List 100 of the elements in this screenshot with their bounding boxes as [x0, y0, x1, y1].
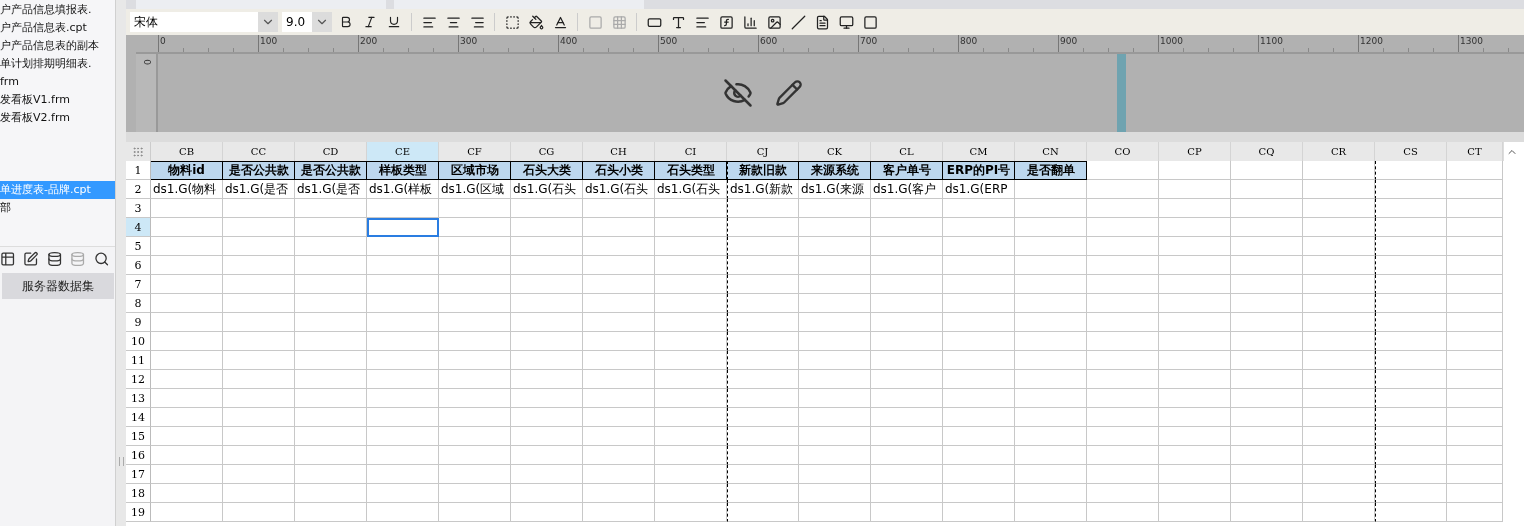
row-header[interactable]: 14 [126, 408, 151, 427]
table-cell[interactable] [1231, 484, 1303, 503]
table-cell[interactable] [511, 218, 583, 237]
table-cell[interactable] [1087, 275, 1159, 294]
table-cell[interactable] [1159, 313, 1231, 332]
table-cell[interactable] [727, 218, 799, 237]
table-cell[interactable] [1375, 484, 1447, 503]
paragraph-icon[interactable] [694, 14, 710, 30]
table-cell[interactable] [727, 199, 799, 218]
table-cell[interactable] [1231, 161, 1303, 180]
file-item[interactable]: 发看板V1.frm [0, 91, 115, 109]
table-cell[interactable] [1447, 446, 1503, 465]
table-cell[interactable] [1087, 180, 1159, 199]
table-cell[interactable] [583, 237, 655, 256]
table-cell[interactable] [1447, 218, 1503, 237]
column-header[interactable]: CL [871, 142, 943, 161]
table-cell[interactable] [1087, 256, 1159, 275]
table-cell[interactable] [223, 256, 295, 275]
table-cell[interactable] [799, 503, 871, 522]
table-cell[interactable] [151, 389, 223, 408]
table-cell[interactable] [1231, 180, 1303, 199]
table-cell[interactable] [1303, 446, 1375, 465]
monitor-icon[interactable] [838, 14, 854, 30]
table-cell[interactable] [1447, 313, 1503, 332]
table-cell[interactable] [223, 199, 295, 218]
table-cell[interactable] [439, 294, 511, 313]
file-item[interactable]: 户产品信息表.cpt [0, 19, 115, 37]
table-cell[interactable] [1087, 332, 1159, 351]
paint-bucket-icon[interactable] [528, 14, 544, 30]
table-cell[interactable] [1303, 332, 1375, 351]
table-cell[interactable] [871, 294, 943, 313]
table-cell[interactable] [511, 332, 583, 351]
table-cell[interactable] [295, 389, 367, 408]
table-cell[interactable] [1087, 465, 1159, 484]
table-cell[interactable] [295, 408, 367, 427]
table-cell[interactable] [439, 313, 511, 332]
table-cell[interactable] [1447, 465, 1503, 484]
table-cell[interactable] [943, 370, 1015, 389]
table-cell[interactable] [1375, 446, 1447, 465]
table-cell[interactable] [799, 294, 871, 313]
table-cell[interactable] [1303, 484, 1375, 503]
table-cell[interactable] [943, 237, 1015, 256]
table-cell[interactable] [1015, 427, 1087, 446]
table-cell[interactable] [1447, 389, 1503, 408]
table-cell[interactable] [1375, 294, 1447, 313]
table-cell[interactable] [583, 294, 655, 313]
table-cell[interactable] [799, 218, 871, 237]
table-cell[interactable] [871, 408, 943, 427]
table-cell[interactable] [295, 313, 367, 332]
table-cell[interactable]: ds1.G(物料 [151, 180, 223, 199]
table-cell[interactable] [799, 275, 871, 294]
header-cell[interactable]: 石头小类 [583, 161, 655, 180]
table-cell[interactable] [295, 256, 367, 275]
column-header[interactable]: CM [943, 142, 1015, 161]
grid-icon[interactable] [611, 14, 627, 30]
table-cell[interactable] [1303, 275, 1375, 294]
table-cell[interactable] [151, 237, 223, 256]
table-cell[interactable] [151, 313, 223, 332]
table-cell[interactable] [943, 503, 1015, 522]
column-header[interactable]: CJ [727, 142, 799, 161]
table-cell[interactable] [1447, 275, 1503, 294]
column-header[interactable]: CR [1303, 142, 1375, 161]
table-cell[interactable] [439, 218, 511, 237]
file-item[interactable]: 户产品信息填报表. [0, 1, 115, 19]
table-cell[interactable] [655, 313, 727, 332]
table-cell[interactable] [1375, 503, 1447, 522]
table-cell[interactable] [943, 427, 1015, 446]
table-cell[interactable] [1447, 161, 1503, 180]
table-cell[interactable] [367, 465, 439, 484]
row-header[interactable]: 15 [126, 427, 151, 446]
table-cell[interactable] [1159, 256, 1231, 275]
table-cell[interactable] [799, 408, 871, 427]
table-cell[interactable] [439, 351, 511, 370]
table-cell[interactable] [367, 256, 439, 275]
table-cell[interactable] [1015, 465, 1087, 484]
row-header[interactable]: 16 [126, 446, 151, 465]
table-cell[interactable] [1159, 218, 1231, 237]
table-cell[interactable] [871, 446, 943, 465]
table-cell[interactable] [799, 237, 871, 256]
table-cell[interactable] [1303, 218, 1375, 237]
table-cell[interactable] [655, 446, 727, 465]
table-cell[interactable] [151, 218, 223, 237]
underline-icon[interactable] [387, 15, 401, 29]
table-cell[interactable] [439, 484, 511, 503]
table-cell[interactable] [511, 294, 583, 313]
table-cell[interactable] [511, 313, 583, 332]
table-cell[interactable] [223, 313, 295, 332]
column-header[interactable]: CE [367, 142, 439, 161]
font-select[interactable]: 宋体 [130, 12, 278, 32]
table-cell[interactable] [655, 503, 727, 522]
table-cell[interactable] [1015, 237, 1087, 256]
table-cell[interactable] [511, 351, 583, 370]
row-header[interactable]: 5 [126, 237, 151, 256]
table-cell[interactable] [1087, 218, 1159, 237]
table-cell[interactable] [1015, 351, 1087, 370]
table-cell[interactable] [871, 351, 943, 370]
table-cell[interactable] [367, 237, 439, 256]
edit-icon[interactable] [23, 251, 39, 267]
slash-icon[interactable] [790, 14, 806, 30]
table-cell[interactable]: ds1.G(客户 [871, 180, 943, 199]
